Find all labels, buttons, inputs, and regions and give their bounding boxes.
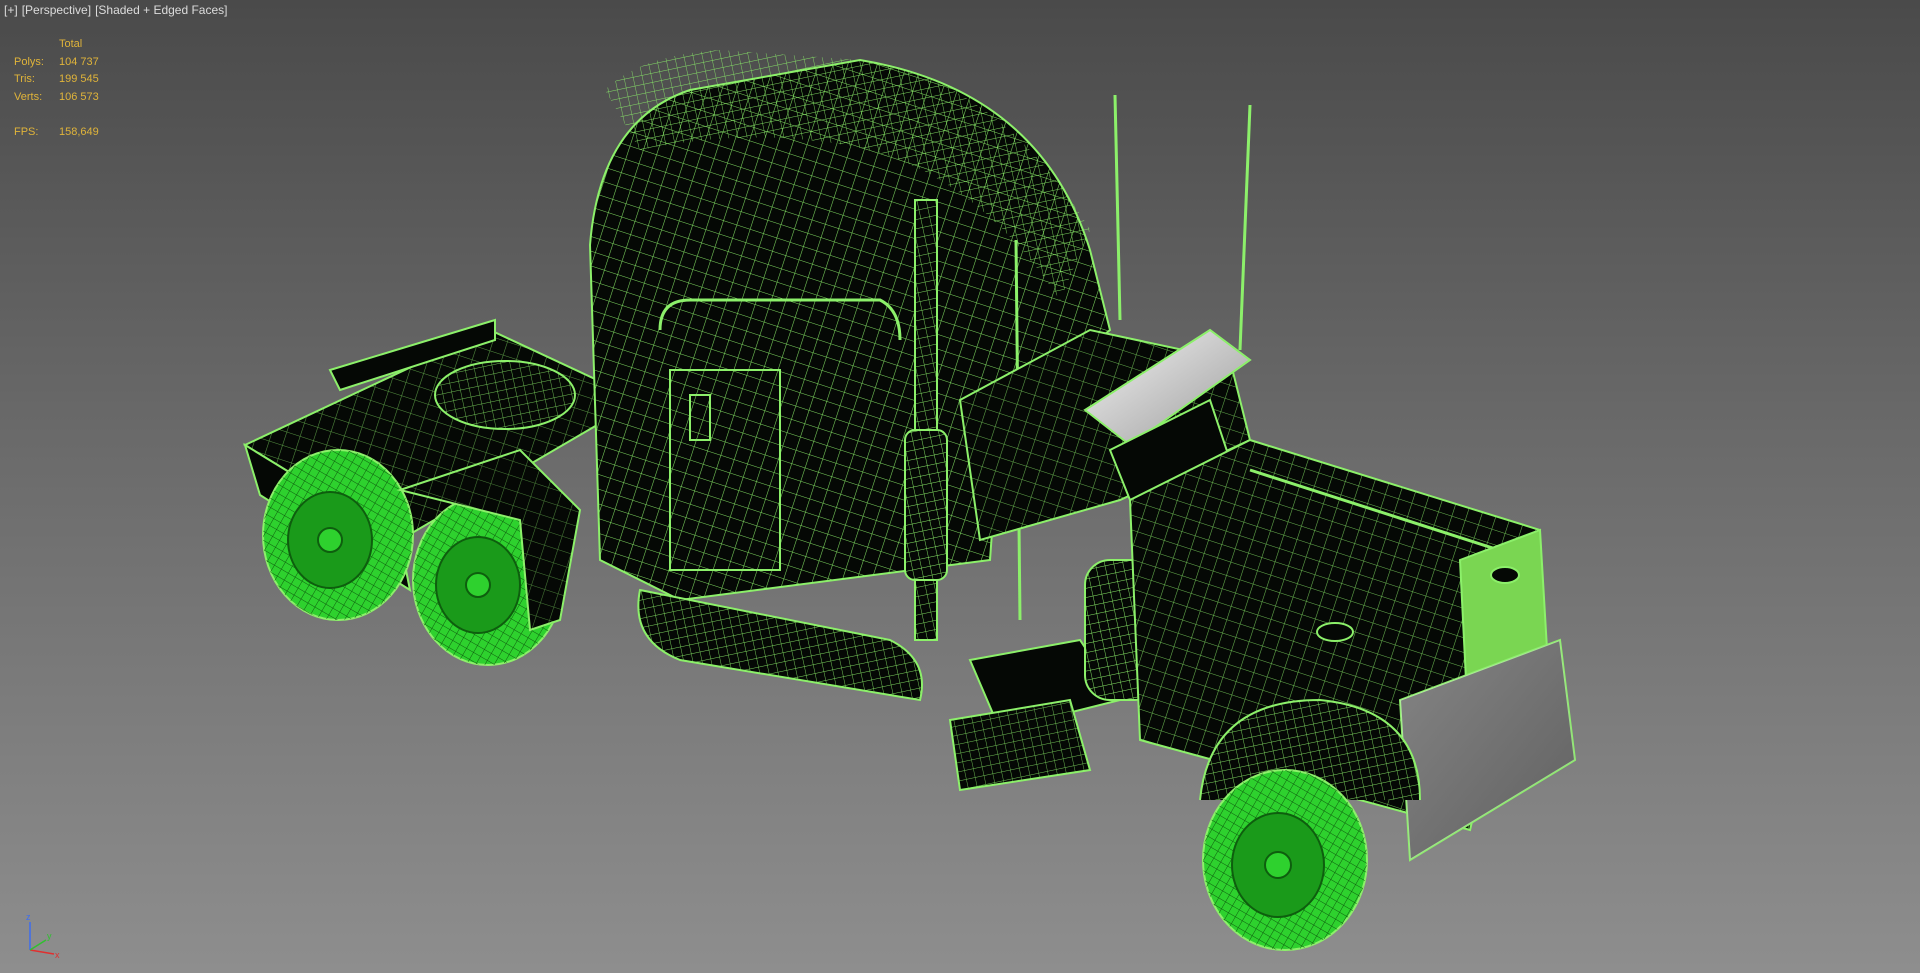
stats-tris: Tris: 199 545: [14, 73, 99, 85]
fifth-wheel: [434, 360, 576, 430]
rear-wheel-outer: [262, 449, 414, 621]
gizmo-x-label: x: [55, 950, 60, 960]
stats-polys: Polys: 104 737: [14, 55, 99, 68]
gizmo-y-label: y: [47, 931, 52, 941]
stats-fps: FPS: 158,649: [14, 125, 99, 138]
stats-header: Total: [59, 38, 83, 50]
truck-wireframe-model[interactable]: [0, 0, 1920, 973]
statistics-overlay: Total Polys: 104 737 Tris: 199 545 Verts…: [14, 36, 99, 141]
viewport-plus-menu[interactable]: [+]: [4, 3, 18, 17]
fuel-tank: [637, 588, 923, 702]
axis-gizmo-icon: z x y: [26, 912, 60, 960]
viewport-view-menu[interactable]: [Perspective]: [22, 3, 91, 17]
viewport-label-menu: [+] [Perspective] [Shaded + Edged Faces]: [4, 3, 228, 17]
3d-viewport[interactable]: [+] [Perspective] [Shaded + Edged Faces]…: [0, 0, 1920, 973]
stats-verts: Verts: 106 573: [14, 90, 99, 103]
viewport-shading-menu[interactable]: [Shaded + Edged Faces]: [95, 3, 227, 17]
front-wheel: [1199, 698, 1421, 951]
gizmo-z-label: z: [26, 912, 31, 922]
